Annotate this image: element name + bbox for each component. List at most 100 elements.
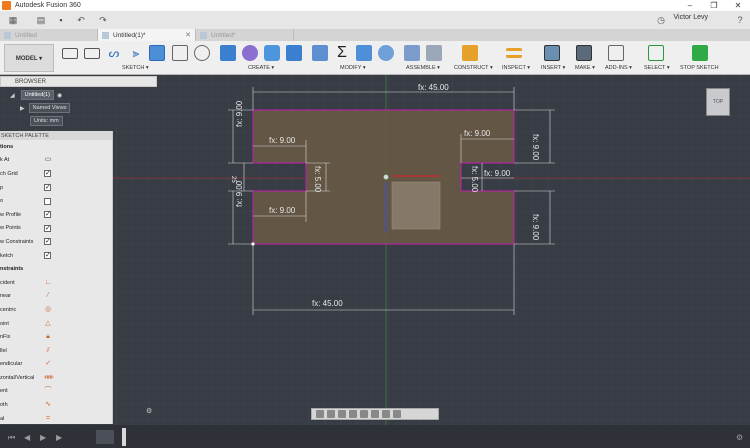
parameters-icon[interactable]: Σ [334, 45, 350, 61]
help-icon[interactable]: ? [735, 15, 745, 25]
scripts-addins-icon[interactable] [608, 45, 624, 61]
measure-icon[interactable] [506, 48, 522, 58]
browser-root-node[interactable]: ◢ Untitled(1) ◉ [10, 90, 62, 100]
maximize-button[interactable]: ❐ [702, 0, 726, 11]
timeline-settings-icon[interactable]: ⚙ [736, 433, 743, 442]
timeline-prev-icon[interactable]: ◀ [24, 433, 31, 442]
dim-top-width[interactable]: fx: 45.00 [418, 83, 449, 92]
look-at-icon[interactable]: ▭ [44, 156, 52, 164]
option-slice[interactable]: o [0, 194, 112, 208]
fit-icon[interactable] [360, 410, 368, 418]
sketch-corner-point[interactable] [251, 242, 255, 246]
box-icon[interactable] [286, 45, 302, 61]
option-look-at[interactable]: k At ▭ [0, 154, 112, 168]
option-show-points[interactable]: w Points [0, 222, 112, 236]
undo-icon[interactable]: ↶ [76, 15, 86, 25]
pan-icon[interactable] [338, 410, 346, 418]
constraint-perpendicular[interactable]: endicular ✓ [0, 358, 112, 372]
tangent-icon[interactable]: ⌒ [44, 387, 52, 395]
show-constraints-checkbox[interactable] [44, 237, 51, 246]
inspect-menu[interactable]: INSPECT ▾ [502, 65, 530, 71]
spline-tool-icon[interactable]: ᔕ [106, 45, 122, 61]
root-component-label[interactable]: Untitled(1) [20, 90, 54, 100]
dim-right-height-top[interactable]: fx: 9.00 [531, 134, 540, 161]
addins-menu[interactable]: ADD-INS ▾ [605, 65, 632, 71]
offset-tool-icon[interactable] [149, 45, 165, 61]
look-at-nav-icon[interactable] [327, 410, 335, 418]
comments-settings-icon[interactable]: ⚙ [146, 407, 154, 415]
constraint-equal[interactable]: al = [0, 412, 112, 426]
timeline-sketch-item[interactable] [96, 430, 114, 444]
stop-sketch-icon[interactable] [692, 45, 708, 61]
option-show-profile[interactable]: w Profile [0, 208, 112, 222]
dim-left-bottom-slot[interactable]: fx: 9.00 [269, 206, 296, 215]
user-account[interactable]: Victor Levy [674, 14, 709, 21]
make-3d-print-icon[interactable] [576, 45, 592, 61]
redo-icon[interactable]: ↷ [98, 15, 108, 25]
equal-icon[interactable]: = [44, 415, 52, 423]
make-menu[interactable]: MAKE ▾ [575, 65, 595, 71]
horizontal-vertical-icon[interactable]: ᚔ [44, 374, 54, 382]
circle-tool-icon[interactable] [194, 45, 210, 61]
timeline-next-icon[interactable]: ▶ [56, 433, 63, 442]
fix-icon[interactable]: 🔒︎ [44, 333, 52, 341]
insert-menu[interactable]: INSERT ▾ [541, 65, 565, 71]
construct-menu[interactable]: CONSTRUCT ▾ [454, 65, 493, 71]
show-profile-checkbox[interactable] [44, 210, 51, 219]
minimize-button[interactable]: – [678, 0, 702, 11]
units-label[interactable]: Units: mm [30, 116, 63, 126]
mirror-tool-icon[interactable]: ⫸ [128, 45, 144, 61]
expand-arrow-icon[interactable]: ◢ [10, 92, 15, 99]
job-status-icon[interactable]: ◷ [656, 15, 666, 25]
stop-sketch-button[interactable]: STOP SKETCH [680, 65, 719, 71]
constraint-midpoint[interactable]: oint △ [0, 317, 112, 331]
concentric-icon[interactable]: ◎ [44, 306, 52, 314]
combine-icon[interactable] [356, 45, 372, 61]
dim-right-height-bottom[interactable]: fx: 9.00 [531, 214, 540, 241]
active-radio-icon[interactable]: ◉ [57, 92, 62, 99]
midpoint-icon[interactable]: △ [44, 320, 52, 328]
cylinder-icon[interactable] [264, 45, 280, 61]
constraint-parallel[interactable]: llel ⫽ [0, 344, 112, 358]
constraint-tangent[interactable]: ent ⌒ [0, 385, 112, 399]
modify-menu[interactable]: MODIFY ▾ [340, 65, 366, 71]
dim-left-height-top[interactable]: fx: 9.00 [235, 100, 244, 127]
save-icon[interactable]: ▪ [56, 15, 66, 25]
fillet-icon[interactable] [378, 45, 394, 61]
coincident-icon[interactable]: ∟ [44, 279, 52, 287]
timeline-start-icon[interactable]: ⏮ [8, 433, 15, 442]
dim-slot-depth[interactable]: fx: 5.00 [313, 166, 322, 193]
collinear-icon[interactable]: ⁄ [44, 292, 52, 300]
constraint-fix[interactable]: nFix 🔒︎ [0, 330, 112, 344]
grid-menu-icon[interactable]: ▦ [8, 15, 18, 25]
view-cube[interactable]: TOP [706, 88, 730, 116]
browser-panel-header[interactable]: BROWSER [0, 76, 157, 87]
dim-right-slot-depth[interactable]: fx: 5.00 [470, 166, 479, 193]
workspace-switcher[interactable]: MODEL ▾ [4, 44, 54, 72]
insert-image-icon[interactable] [544, 45, 560, 61]
grid-settings-icon[interactable] [382, 410, 390, 418]
snap-checkbox[interactable] [44, 183, 51, 192]
orbit-icon[interactable] [316, 410, 324, 418]
sketch-palette-header[interactable]: SKETCH PALETTE [0, 131, 112, 140]
option-show-constraints[interactable]: w Constraints [0, 235, 112, 249]
dim-bottom-width[interactable]: fx: 45.00 [312, 299, 343, 308]
select-icon[interactable] [648, 45, 664, 61]
sketch-menu[interactable]: SKETCH ▾ [122, 65, 149, 71]
new-component-icon[interactable] [404, 45, 420, 61]
close-tab-icon[interactable]: ✕ [185, 31, 191, 39]
dim-left-small[interactable]: 25 [230, 176, 236, 183]
constraint-collinear[interactable]: near ⁄ [0, 290, 112, 304]
slice-checkbox[interactable] [44, 197, 51, 205]
press-pull-icon[interactable] [312, 45, 328, 61]
named-views-label[interactable]: Named Views [28, 103, 71, 113]
perpendicular-icon[interactable]: ✓ [44, 360, 52, 368]
constraint-smooth[interactable]: oth ∿ [0, 398, 112, 412]
constraint-horizontal-vertical[interactable]: zontal/Vertical ᚔ [0, 371, 112, 385]
tab-untitled[interactable]: Untitled [0, 29, 98, 41]
pattern-icon[interactable] [242, 45, 258, 61]
create-menu[interactable]: CREATE ▾ [248, 65, 274, 71]
smooth-icon[interactable]: ∿ [44, 401, 52, 409]
tab-untitled-1[interactable]: Untitled(1)* ✕ [98, 29, 196, 41]
display-settings-icon[interactable] [371, 410, 379, 418]
